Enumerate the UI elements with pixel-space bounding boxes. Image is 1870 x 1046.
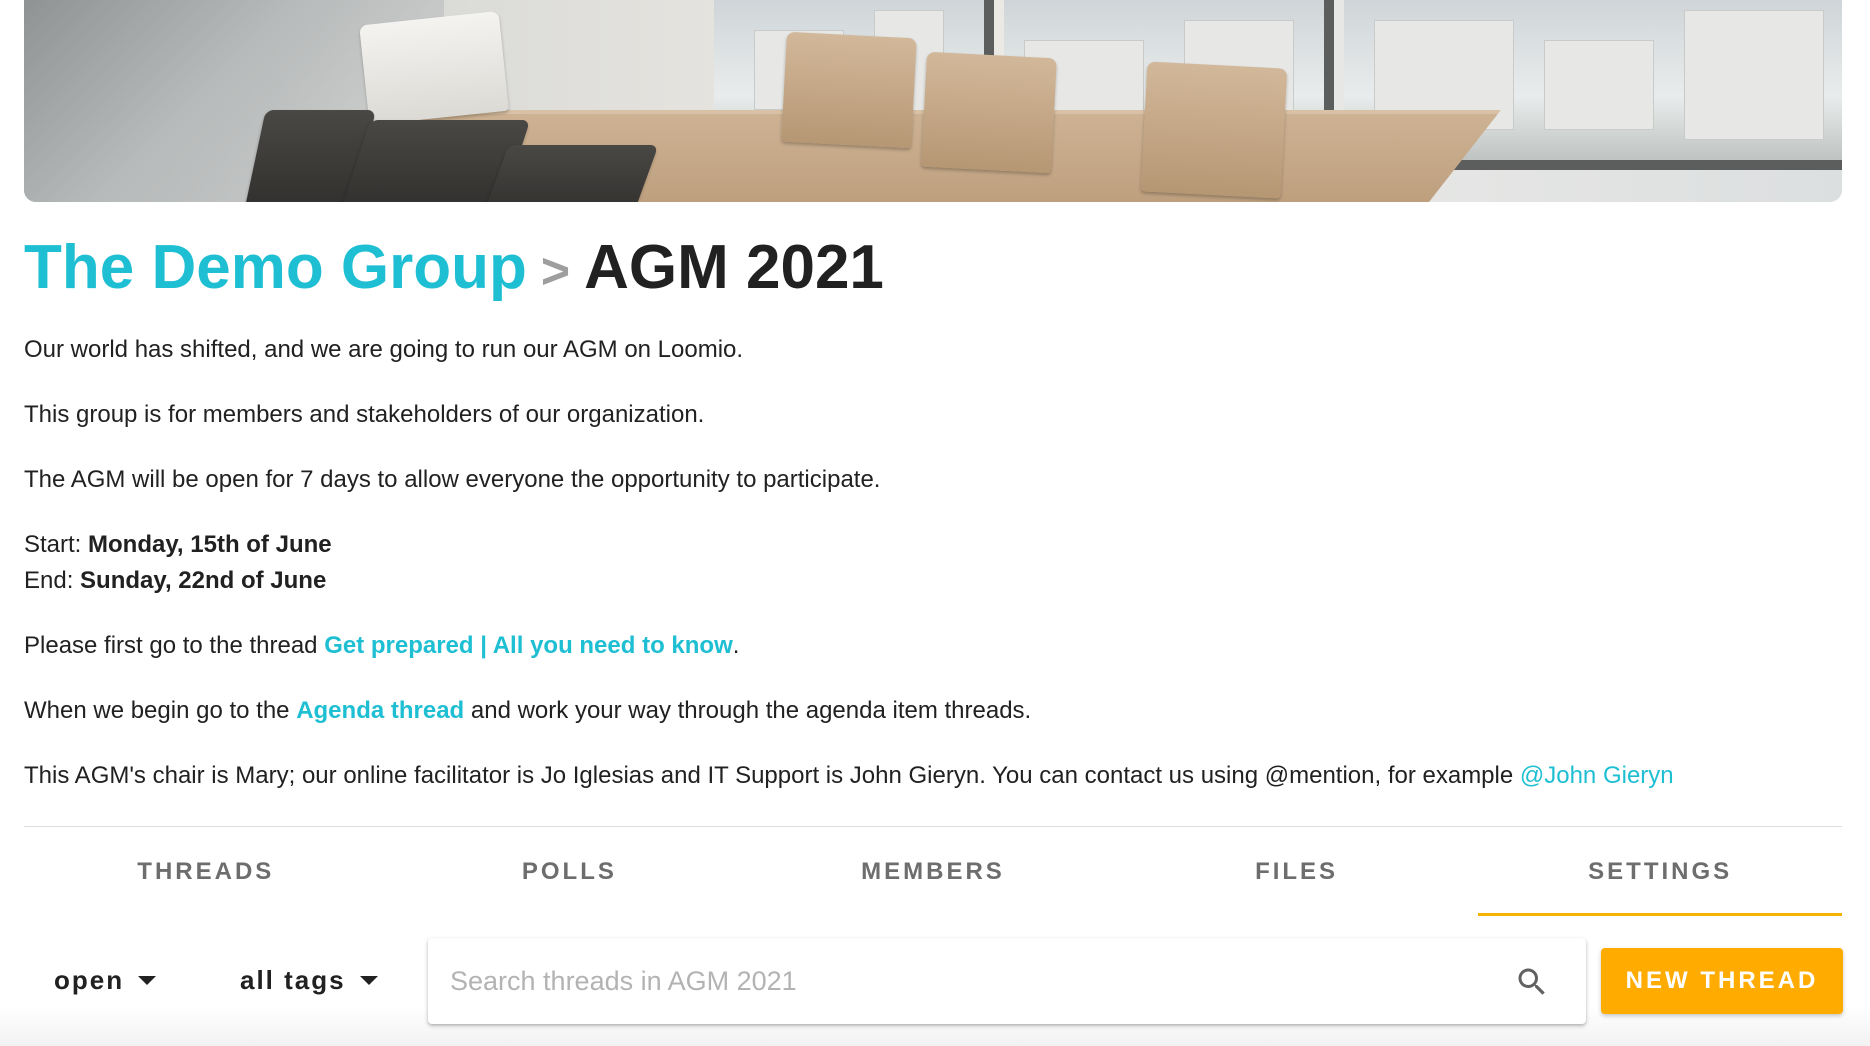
description-paragraph: This group is for members and stakeholde… bbox=[24, 401, 705, 428]
start-date: Monday, 15th of June bbox=[88, 531, 332, 558]
tab-members[interactable]: MEMBERS bbox=[751, 828, 1115, 916]
search-icon[interactable] bbox=[1514, 964, 1550, 1000]
prepare-line: Please first go to the thread Get prepar… bbox=[24, 628, 1854, 664]
agenda-thread-link[interactable]: Agenda thread bbox=[296, 697, 464, 724]
tag-filter-dropdown[interactable]: all tags bbox=[240, 956, 378, 1004]
description-paragraph: Our world has shifted, and we are going … bbox=[24, 336, 744, 363]
threads-toolbar: open all tags NEW THREAD bbox=[0, 916, 1870, 1046]
tab-threads[interactable]: THREADS bbox=[24, 828, 388, 916]
tab-settings[interactable]: SETTINGS bbox=[1478, 828, 1842, 916]
contact-text: This AGM's chair is Mary; our online fac… bbox=[24, 762, 1520, 789]
search-box bbox=[428, 938, 1586, 1024]
agenda-text: When we begin go to the bbox=[24, 697, 297, 724]
page-title: The Demo Group > AGM 2021 bbox=[24, 228, 884, 308]
divider bbox=[24, 826, 1842, 827]
contact-line: This AGM's chair is Mary; our online fac… bbox=[24, 758, 1854, 794]
breadcrumb-current: AGM 2021 bbox=[584, 233, 884, 302]
prepare-text: Please first go to the thread bbox=[24, 632, 325, 659]
agenda-suffix: and work your way through the agenda ite… bbox=[464, 697, 1032, 724]
get-prepared-link[interactable]: Get prepared | All you need to know bbox=[324, 632, 733, 659]
mention-link[interactable]: @John Gieryn bbox=[1520, 762, 1674, 789]
prepare-suffix: . bbox=[732, 632, 740, 659]
breadcrumb-group-link[interactable]: The Demo Group bbox=[24, 233, 527, 302]
end-label: End: bbox=[24, 567, 81, 594]
breadcrumb-separator: > bbox=[540, 243, 571, 299]
agenda-line: When we begin go to the Agenda thread an… bbox=[24, 693, 1854, 729]
start-date-line: Start: Monday, 15th of June bbox=[24, 527, 1854, 563]
tab-files[interactable]: FILES bbox=[1115, 828, 1479, 916]
group-description: Our world has shifted, and we are going … bbox=[24, 332, 1854, 823]
start-label: Start: bbox=[24, 531, 89, 558]
caret-down-icon bbox=[359, 975, 378, 985]
caret-down-icon bbox=[138, 975, 157, 985]
new-thread-button[interactable]: NEW THREAD bbox=[1601, 948, 1843, 1014]
search-input[interactable] bbox=[450, 956, 1490, 1006]
tag-filter-label: all tags bbox=[240, 964, 346, 995]
group-page: The Demo Group > AGM 2021 Our world has sh… bbox=[0, 0, 1870, 1046]
end-date: Sunday, 22nd of June bbox=[80, 567, 327, 594]
end-date-line: End: Sunday, 22nd of June bbox=[24, 563, 1854, 599]
tab-polls[interactable]: POLLS bbox=[388, 828, 752, 916]
description-paragraph: The AGM will be open for 7 days to allow… bbox=[24, 466, 881, 493]
group-tabs: THREADS POLLS MEMBERS FILES SETTINGS bbox=[24, 828, 1842, 916]
group-cover-image bbox=[24, 0, 1842, 202]
status-filter-label: open bbox=[54, 964, 125, 995]
status-filter-dropdown[interactable]: open bbox=[54, 956, 157, 1004]
